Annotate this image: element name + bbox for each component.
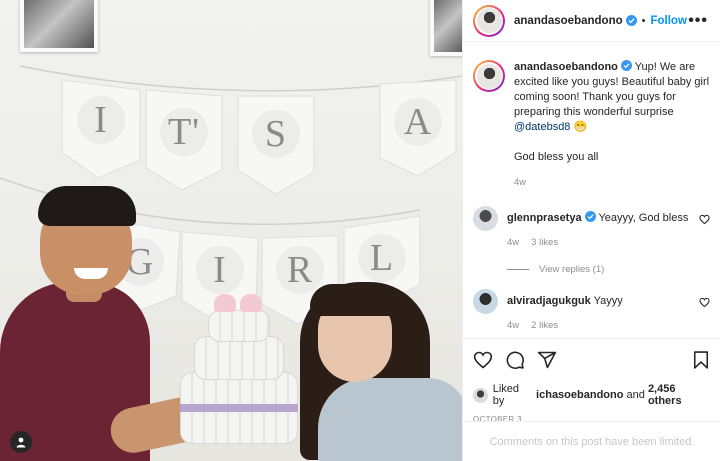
banner-letter: S — [264, 113, 288, 155]
woman-body — [318, 378, 462, 461]
user-tag-icon[interactable] — [10, 431, 32, 453]
post-header: anandasoebandono • Follow ••• — [463, 0, 720, 42]
post-side-panel: anandasoebandono • Follow ••• anandasoeb… — [462, 0, 720, 461]
separator-dot: • — [641, 14, 646, 27]
commenter-username[interactable]: alviradjagukguk — [507, 295, 591, 307]
comment-likes[interactable]: 2 likes — [531, 318, 558, 333]
comment-item: alviradjagukguk Yayyy 4w 2 likes — [473, 289, 710, 333]
caption-mention-link[interactable]: @datebsd8 — [514, 121, 570, 133]
caption-time[interactable]: 4w — [514, 175, 526, 190]
banner-letter: L — [369, 237, 395, 279]
author-username[interactable]: anandasoebandono — [514, 15, 623, 27]
verified-badge-icon — [584, 211, 596, 222]
banner-letter: T' — [167, 111, 201, 153]
more-options-icon[interactable]: ••• — [688, 12, 708, 28]
verified-badge-icon — [625, 15, 637, 26]
caption: anandasoebandono Yup! We are excited lik… — [473, 42, 710, 190]
view-replies-button[interactable]: View replies (1) — [473, 264, 710, 275]
commenter-avatar[interactable] — [473, 289, 498, 314]
emoji-grin: 😁 — [573, 121, 588, 133]
post-photo[interactable]: I T' S A G I R L — [0, 0, 462, 461]
caption-text: anandasoebandono Yup! We are excited lik… — [514, 60, 710, 135]
likes-others[interactable]: 2,456 others — [648, 383, 711, 407]
comments-limited-notice: Comments on this post have been limited. — [463, 421, 720, 461]
comment-like-heart-icon[interactable] — [699, 214, 710, 225]
follow-button[interactable]: Follow — [650, 15, 686, 27]
view-replies-label: View replies (1) — [539, 264, 605, 275]
caption-second-line: God bless you all — [514, 151, 599, 163]
comments-list[interactable]: anandasoebandono Yup! We are excited lik… — [463, 42, 720, 336]
comment-icon[interactable] — [505, 350, 525, 370]
likes-summary[interactable]: Liked by ichasoebandono and 2,456 others — [473, 383, 711, 407]
commenter-avatar[interactable] — [473, 206, 498, 231]
comment-text: Yeayyy, God bless — [598, 212, 689, 224]
likes-prefix: Liked by — [492, 383, 520, 407]
post-actions: Liked by ichasoebandono and 2,456 others… — [463, 338, 720, 424]
author-avatar[interactable] — [473, 4, 505, 37]
share-icon[interactable] — [537, 350, 557, 370]
comment-time[interactable]: 4w — [507, 235, 519, 250]
liker-username[interactable]: ichasoebandono — [536, 389, 623, 401]
caption-avatar[interactable] — [473, 60, 505, 92]
comment-item: glennprasetya Yeayyy, God bless 4w 3 lik… — [473, 206, 710, 250]
likes-and: and — [626, 389, 645, 401]
verified-badge-icon — [620, 60, 632, 71]
bookmark-icon[interactable] — [691, 350, 711, 370]
comment-time[interactable]: 4w — [507, 318, 519, 333]
commenter-username[interactable]: glennprasetya — [507, 212, 582, 224]
liker-avatar[interactable] — [473, 387, 488, 403]
comment-text: Yayyy — [593, 295, 623, 307]
comment-likes[interactable]: 3 likes — [531, 235, 558, 250]
woman-bangs — [310, 284, 402, 316]
heart-icon[interactable] — [473, 350, 493, 370]
diaper-cake — [180, 294, 298, 450]
comment-like-heart-icon[interactable] — [699, 297, 710, 308]
banner-letter: I — [94, 99, 108, 141]
caption-username[interactable]: anandasoebandono — [514, 61, 618, 73]
banner-letter: R — [286, 249, 314, 291]
banner-letter: A — [403, 101, 433, 143]
man-hair — [38, 186, 136, 226]
banner-letter: I — [213, 249, 227, 291]
